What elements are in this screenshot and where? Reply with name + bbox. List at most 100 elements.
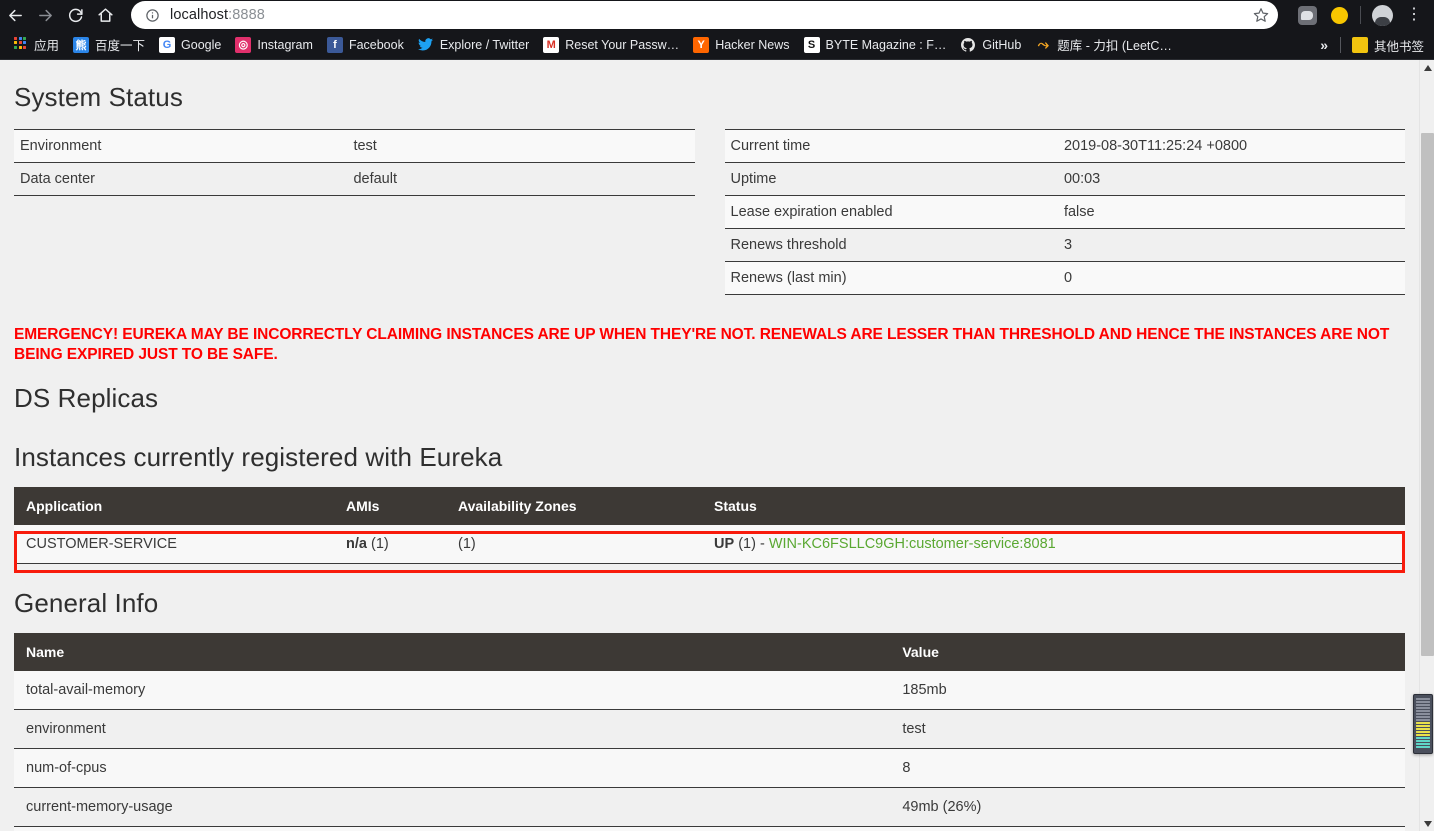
amis-count: (1) bbox=[370, 536, 389, 552]
bookmark-label: Instagram bbox=[257, 37, 313, 52]
home-icon bbox=[97, 7, 113, 22]
home-button[interactable] bbox=[90, 0, 120, 30]
cell-name: environment bbox=[14, 709, 891, 749]
cell-name: num-of-cpus bbox=[14, 748, 891, 788]
info-icon bbox=[145, 8, 160, 23]
chrome-menu-icon[interactable]: ⋮ bbox=[1398, 0, 1430, 30]
bookmark-label: GitHub bbox=[982, 37, 1022, 52]
scrollbar-thumb[interactable] bbox=[1421, 133, 1434, 656]
instagram-icon: ◎ bbox=[235, 36, 252, 53]
section-title-ds-replicas: DS Replicas bbox=[14, 383, 159, 413]
table-row: Renews threshold 3 bbox=[724, 228, 1405, 262]
column-header-value: Value bbox=[890, 633, 1405, 671]
url-host: localhost bbox=[170, 7, 229, 23]
toolbar-extensions: ⋮ bbox=[1291, 0, 1430, 30]
row-value: 3 bbox=[1063, 237, 1073, 253]
back-button[interactable] bbox=[0, 0, 30, 30]
browser-chrome: localhost:8888 ⋮ 应用 熊 百度一下 G Google ◎ In… bbox=[0, 0, 1434, 60]
status-right-table: Current time 2019-08-30T11:25:24 +0800 U… bbox=[724, 129, 1405, 295]
table-row: CUSTOMER-SERVICE n/a (1) (1) UP (1) - WI… bbox=[14, 525, 1405, 564]
row-name: Renews (last min) bbox=[730, 270, 847, 286]
table-row: environment test bbox=[14, 709, 1405, 749]
cell-amis: n/a (1) bbox=[334, 525, 446, 564]
cell-name: current-memory-usage bbox=[14, 787, 891, 827]
row-name: Data center bbox=[20, 171, 95, 187]
reload-button[interactable] bbox=[60, 0, 90, 30]
cell-value: 49mb (26%) bbox=[890, 787, 1405, 827]
leetcode-icon: ⤳ bbox=[1037, 36, 1049, 52]
cell-availability-zones: (1) bbox=[446, 525, 702, 564]
other-bookmarks-label: 其他书签 bbox=[1373, 39, 1424, 54]
status-left-table: Environment test Data center default bbox=[14, 129, 695, 196]
forward-button[interactable] bbox=[30, 0, 60, 30]
bookmark-twitter[interactable]: Explore / Twitter bbox=[411, 33, 536, 57]
column-header-application: Application bbox=[14, 487, 334, 525]
emergency-warning: EMERGENCY! EUREKA MAY BE INCORRECTLY CLA… bbox=[14, 326, 1390, 363]
bookmark-hacker-news[interactable]: Y Hacker News bbox=[686, 33, 796, 57]
status-count: (1) bbox=[738, 536, 756, 552]
section-title-instances: Instances currently registered with Eure… bbox=[14, 442, 503, 472]
system-status-left-table: Environment test Data center default bbox=[14, 129, 695, 295]
column-header-status: Status bbox=[702, 487, 1405, 525]
scrollbar-down-arrow[interactable] bbox=[1420, 816, 1434, 831]
cell-value: 185mb bbox=[890, 671, 1405, 710]
scrollbar-up-arrow[interactable] bbox=[1420, 60, 1434, 75]
cell-application: CUSTOMER-SERVICE bbox=[14, 525, 334, 564]
hackernews-icon: Y bbox=[693, 36, 710, 53]
bookmark-label: Explore / Twitter bbox=[439, 37, 530, 52]
bookmark-leetcode[interactable]: ⤳ 题库 - 力扣 (LeetC… bbox=[1028, 33, 1179, 57]
triangle-up-icon bbox=[1423, 64, 1432, 71]
gmail-icon: M bbox=[543, 36, 560, 53]
github-icon bbox=[960, 37, 976, 53]
bookmark-baidu[interactable]: 熊 百度一下 bbox=[66, 33, 152, 57]
table-header-row: Application AMIs Availability Zones Stat… bbox=[14, 487, 1405, 525]
cell-name: total-avail-memory bbox=[14, 671, 891, 710]
table-row: total-avail-memory 185mb bbox=[14, 671, 1405, 710]
instance-link[interactable]: WIN-KC6FSLLC9GH:customer-service:8081 bbox=[769, 536, 1056, 552]
address-bar[interactable]: localhost:8888 bbox=[131, 1, 1278, 29]
bookmark-byte-magazine[interactable]: S BYTE Magazine : F… bbox=[797, 33, 954, 57]
column-header-name: Name bbox=[14, 633, 891, 671]
status-state: UP bbox=[714, 536, 735, 552]
section-title-general-info: General Info bbox=[14, 588, 159, 618]
baidu-icon: 熊 bbox=[73, 36, 90, 53]
bookmarks-overflow-button[interactable]: » bbox=[1312, 37, 1336, 53]
table-row: num-of-cpus 8 bbox=[14, 748, 1405, 788]
cell-value: 8 bbox=[890, 748, 1405, 788]
status-separator: - bbox=[759, 536, 765, 552]
bookmark-instagram[interactable]: ◎ Instagram bbox=[228, 33, 320, 57]
row-value: 0 bbox=[1063, 270, 1073, 286]
bookmark-star-button[interactable] bbox=[1244, 1, 1278, 29]
column-header-availability-zones: Availability Zones bbox=[446, 487, 702, 525]
bookmark-label: 百度一下 bbox=[95, 39, 146, 53]
profile-avatar[interactable] bbox=[1366, 0, 1398, 30]
reload-icon bbox=[68, 8, 83, 22]
bookmark-google[interactable]: G Google bbox=[152, 33, 228, 57]
byte-magazine-icon: S bbox=[803, 36, 820, 53]
row-name: Lease expiration enabled bbox=[730, 204, 893, 220]
cell-value: 00:03 bbox=[890, 826, 1405, 831]
general-info-table: Name Value total-avail-memory 185mb envi… bbox=[14, 633, 1405, 831]
system-status-right-table: Current time 2019-08-30T11:25:24 +0800 U… bbox=[724, 129, 1405, 295]
yellow-extension-icon[interactable] bbox=[1323, 0, 1355, 30]
row-value: test bbox=[353, 138, 377, 154]
url-port: :8888 bbox=[228, 7, 265, 23]
minimap-widget[interactable] bbox=[1413, 694, 1433, 754]
page-viewport: System Status Environment test Data cent… bbox=[0, 60, 1434, 831]
row-name: Current time bbox=[730, 138, 811, 154]
bookmark-reset-password[interactable]: M Reset Your Passw… bbox=[536, 33, 686, 57]
toolbar-divider bbox=[1360, 6, 1361, 24]
bookmark-label: Reset Your Passw… bbox=[565, 37, 680, 52]
table-row: Current time 2019-08-30T11:25:24 +0800 bbox=[724, 129, 1405, 163]
back-arrow-icon bbox=[8, 9, 22, 21]
bookmark-label: Hacker News bbox=[715, 37, 790, 52]
amis-value: n/a bbox=[346, 536, 367, 552]
other-bookmarks-button[interactable]: 其他书签 bbox=[1345, 33, 1431, 57]
star-icon bbox=[1253, 8, 1269, 22]
bookmark-apps[interactable]: 应用 bbox=[5, 33, 66, 57]
browser-toolbar: localhost:8888 ⋮ bbox=[0, 0, 1434, 30]
bookmark-facebook[interactable]: f Facebook bbox=[320, 33, 411, 57]
line-extension-icon[interactable] bbox=[1291, 0, 1323, 30]
bookmarks-bar-right: » 其他书签 bbox=[1312, 30, 1431, 59]
bookmark-github[interactable]: GitHub bbox=[953, 33, 1028, 57]
